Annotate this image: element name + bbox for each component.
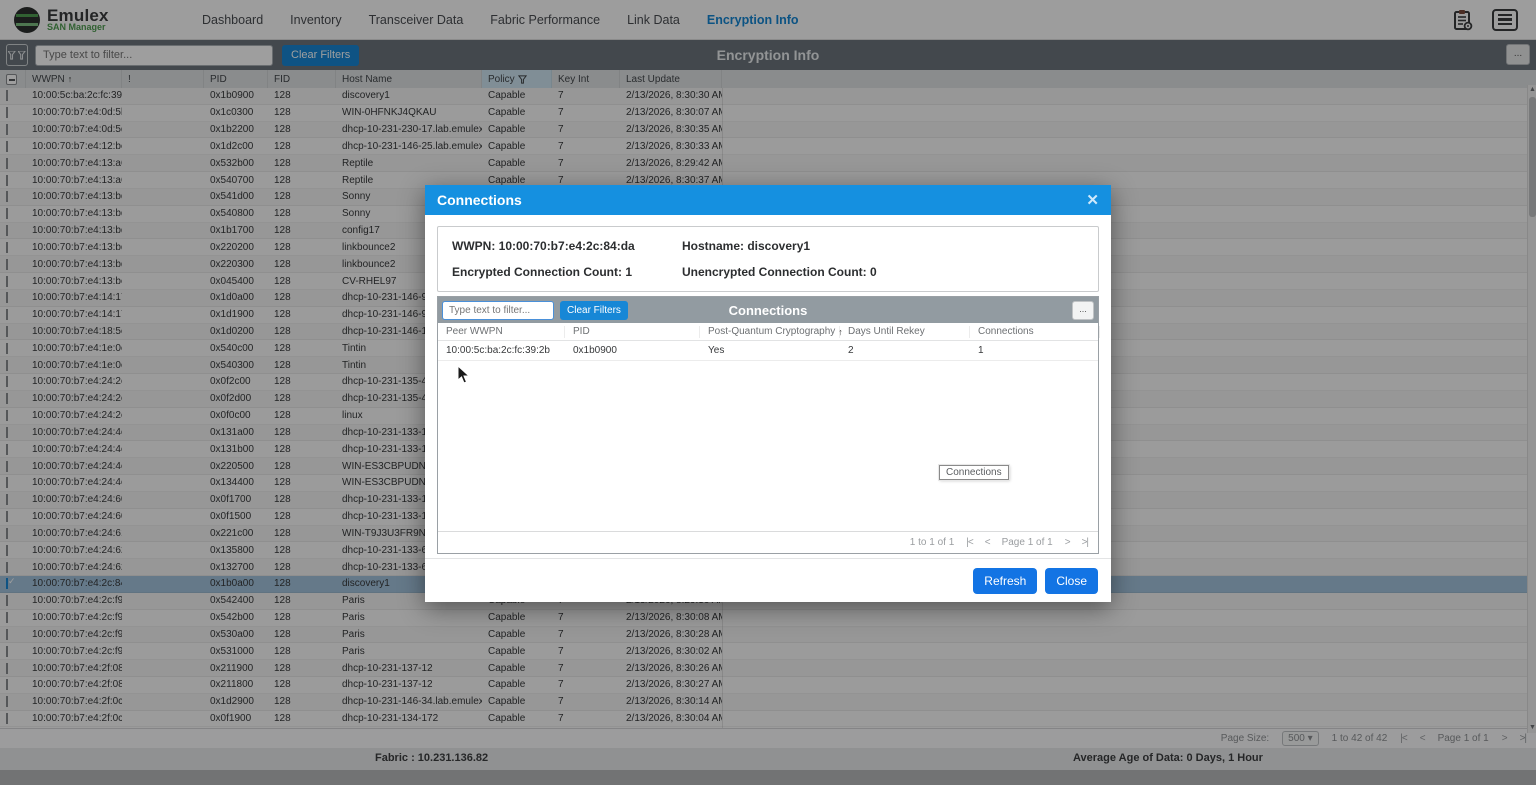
close-icon[interactable]: ✕ (1086, 191, 1099, 209)
connections-table-header: Peer WWPN PID Post-Quantum Cryptography↑… (438, 323, 1098, 341)
mouse-cursor-icon (457, 365, 470, 389)
app-screen: Emulex SAN Manager DashboardInventoryTra… (0, 0, 1536, 785)
close-button[interactable]: Close (1045, 568, 1098, 594)
cell-peer-wwpn: 10:00:5c:ba:2c:fc:39:2b (438, 345, 565, 356)
cell-pqc: Yes (700, 345, 840, 356)
col-header-connections[interactable]: Connections (970, 326, 1100, 338)
dialog-title: Connections (437, 192, 522, 208)
cell-days-rekey: 2 (840, 345, 970, 356)
col-header-conn-pid[interactable]: PID (565, 326, 700, 338)
conn-next-page-icon[interactable]: > (1065, 537, 1070, 548)
connections-row[interactable]: 10:00:5c:ba:2c:fc:39:2b 0x1b0900 Yes 2 1 (438, 341, 1098, 361)
conn-row-range: 1 to 1 of 1 (910, 537, 954, 548)
connections-dialog: Connections ✕ WWPN: 10:00:70:b7:e4:2c:84… (425, 185, 1111, 602)
dialog-footer: Refresh Close (425, 558, 1111, 602)
cell-conn-pid: 0x1b0900 (565, 345, 700, 356)
conn-first-page-icon[interactable]: |< (966, 537, 972, 548)
connections-clear-filters-button[interactable]: Clear Filters (560, 301, 628, 320)
col-header-days-rekey[interactable]: Days Until Rekey (840, 326, 970, 338)
connections-more-button[interactable]: ... (1072, 301, 1094, 320)
connections-panel: Clear Filters Connections ... Peer WWPN … (437, 296, 1099, 554)
connections-tooltip: Connections (939, 465, 1009, 480)
connections-pagination: 1 to 1 of 1 |< < Page 1 of 1 > >| (438, 531, 1098, 553)
dialog-titlebar: Connections ✕ (425, 185, 1111, 215)
summary-unencrypted: Unencrypted Connection Count: 0 (682, 265, 1084, 279)
connections-toolbar: Clear Filters Connections ... (438, 297, 1098, 323)
conn-prev-page-icon[interactable]: < (985, 537, 990, 548)
connections-empty-area (438, 361, 1098, 531)
conn-page-indicator: Page 1 of 1 (1002, 537, 1053, 548)
summary-hostname: Hostname: discovery1 (682, 239, 1084, 253)
connections-table-body: 10:00:5c:ba:2c:fc:39:2b 0x1b0900 Yes 2 1 (438, 341, 1098, 361)
summary-wwpn: WWPN: 10:00:70:b7:e4:2c:84:da (452, 239, 682, 253)
connection-summary: WWPN: 10:00:70:b7:e4:2c:84:da Hostname: … (437, 226, 1099, 292)
summary-encrypted: Encrypted Connection Count: 1 (452, 265, 682, 279)
cell-connections: 1 (970, 345, 1100, 356)
col-header-pqc[interactable]: Post-Quantum Cryptography↑ (700, 326, 840, 338)
connections-filter-input[interactable] (442, 301, 554, 320)
conn-last-page-icon[interactable]: >| (1082, 537, 1088, 548)
col-header-peer-wwpn[interactable]: Peer WWPN (438, 326, 565, 338)
refresh-button[interactable]: Refresh (973, 568, 1037, 594)
